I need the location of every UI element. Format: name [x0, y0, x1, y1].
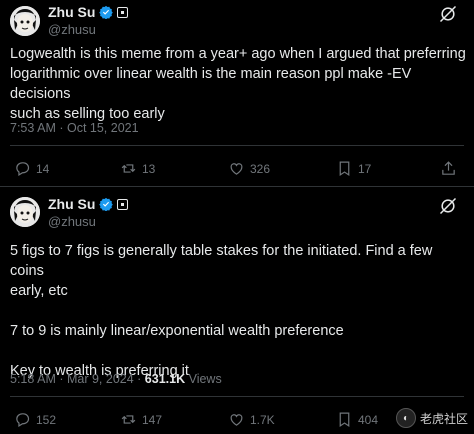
- tweet-text: 5 figs to 7 figs is generally table stak…: [10, 241, 466, 381]
- tweet-text-blank: [10, 301, 466, 321]
- heart-icon: [230, 163, 243, 175]
- timestamp-text: 7:53 AM · Oct 15, 2021: [10, 121, 139, 135]
- share-button[interactable]: [440, 160, 457, 182]
- tweet-text-line: 7 to 9 is mainly linear/exponential weal…: [10, 323, 344, 339]
- share-icon: [442, 161, 455, 175]
- bookmark-icon: [339, 161, 350, 177]
- repost-icon: [121, 415, 136, 424]
- bookmark-button[interactable]: 17: [336, 160, 371, 177]
- author-name[interactable]: Zhu Su: [48, 4, 95, 20]
- reply-button[interactable]: 14: [14, 160, 49, 177]
- reply-icon: [16, 162, 30, 176]
- repost-button[interactable]: 147: [120, 411, 162, 428]
- grok-icon[interactable]: [438, 4, 458, 24]
- reply-count: 14: [36, 161, 50, 176]
- affiliate-badge-icon: [117, 6, 129, 18]
- tweet-1: Zhu Su @zhusu Logwealth is this meme fro…: [0, 0, 474, 186]
- bookmark-count: 404: [358, 412, 379, 427]
- timestamp-text[interactable]: 5:18 AM · Mar 9, 2024 ·: [10, 372, 145, 386]
- affiliate-badge-icon: [117, 198, 129, 210]
- bookmark-count: 17: [358, 161, 372, 176]
- avatar[interactable]: [10, 6, 40, 36]
- reply-button[interactable]: 152: [14, 411, 56, 428]
- author-name-row: Zhu Su: [48, 196, 129, 212]
- like-button[interactable]: 1.7K: [228, 411, 275, 428]
- views-label: Views: [188, 372, 222, 386]
- like-button[interactable]: 326: [228, 160, 270, 177]
- avatar-illustration: [10, 197, 40, 227]
- tweet-text-line: early, etc: [10, 283, 68, 299]
- bookmark-icon: [339, 412, 350, 428]
- tweet-text-line: Logwealth is this meme from a year+ ago …: [10, 46, 466, 62]
- bookmark-button[interactable]: 404: [336, 411, 378, 428]
- author-name-row: Zhu Su: [48, 4, 129, 20]
- author-handle[interactable]: @zhusu: [48, 214, 96, 229]
- author-handle[interactable]: @zhusu: [48, 22, 96, 37]
- tweet-timestamp[interactable]: 7:53 AM · Oct 15, 2021: [10, 121, 139, 135]
- grok-icon[interactable]: [438, 196, 458, 216]
- repost-count: 13: [142, 161, 156, 176]
- divider: [10, 396, 464, 397]
- author-name[interactable]: Zhu Su: [48, 196, 95, 212]
- reply-icon: [16, 413, 30, 427]
- tweet-text-blank: [10, 341, 466, 361]
- watermark: ◐ 老虎社区: [395, 408, 468, 428]
- tweet-2: Zhu Su @zhusu 5 figs to 7 figs is genera…: [0, 187, 474, 434]
- repost-count: 147: [142, 412, 163, 427]
- avatar-illustration: [10, 6, 40, 36]
- repost-icon: [121, 164, 136, 173]
- watermark-text: 老虎社区: [419, 411, 468, 426]
- heart-icon: [230, 414, 243, 426]
- tweet-meta: 5:18 AM · Mar 9, 2024 · 631.1K Views: [10, 372, 222, 386]
- avatar[interactable]: [10, 197, 40, 227]
- repost-button[interactable]: 13: [120, 160, 155, 177]
- views-count: 631.1K: [144, 372, 186, 386]
- like-count: 1.7K: [250, 412, 275, 427]
- tweet-text: Logwealth is this meme from a year+ ago …: [10, 44, 466, 124]
- verified-badge-icon: [99, 5, 114, 19]
- tweet-actions: 14 13 326 17: [0, 160, 474, 180]
- tiger-logo-icon: ◐: [395, 408, 416, 428]
- verified-badge-icon: [99, 197, 114, 211]
- tweet-text-line: 5 figs to 7 figs is generally table stak…: [10, 243, 433, 279]
- reply-count: 152: [36, 412, 57, 427]
- divider: [10, 145, 464, 146]
- tweet-text-line: logarithmic over linear wealth is the ma…: [10, 66, 412, 102]
- like-count: 326: [250, 161, 271, 176]
